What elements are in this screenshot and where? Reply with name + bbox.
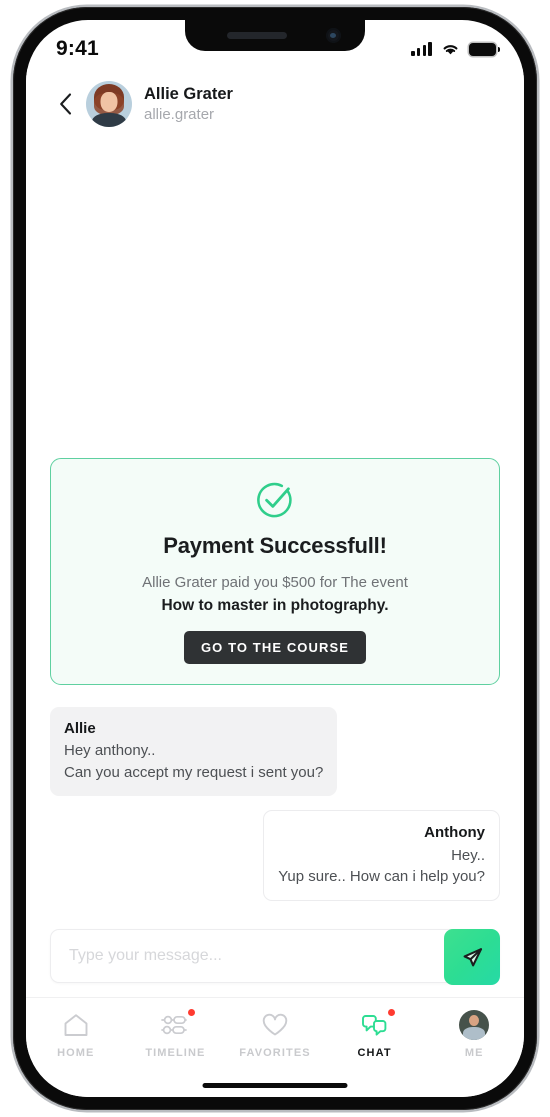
avatar-face	[100, 92, 118, 112]
message-bubble-outgoing[interactable]: Anthony Hey.. Yup sure.. How can i help …	[263, 809, 500, 901]
message-line: Hey..	[451, 846, 485, 864]
message-list: Payment Successfull! Allie Grater paid y…	[26, 140, 524, 915]
home-indicator	[202, 1083, 348, 1088]
cellular-signal-icon	[411, 42, 432, 56]
avatar[interactable]	[86, 81, 132, 127]
badge-dot	[387, 1009, 395, 1016]
profile-head	[469, 1015, 480, 1026]
tab-label-chat: CHAT	[357, 1047, 392, 1059]
go-to-course-button[interactable]: GO TO THE COURSE	[183, 630, 367, 664]
wifi-icon	[443, 45, 458, 55]
home-icon-wrap	[62, 1010, 90, 1040]
earpiece-speaker	[227, 32, 287, 39]
tab-label-favorites: FAVORITES	[239, 1047, 311, 1059]
tab-label-home: HOME	[57, 1047, 95, 1059]
payment-success-card: Payment Successfull! Allie Grater paid y…	[50, 457, 500, 685]
home-icon	[64, 1014, 88, 1036]
phone-screen: 9:41 Allie Grater allie.grater Payment S…	[26, 20, 524, 1097]
profile-avatar-icon	[459, 1010, 490, 1040]
badge-dot	[188, 1009, 196, 1016]
message-sender: Anthony	[424, 823, 485, 841]
tab-me[interactable]: ME	[424, 1010, 524, 1059]
tab-chat[interactable]: CHAT	[325, 1009, 425, 1059]
message-input[interactable]	[51, 930, 499, 982]
tab-timeline[interactable]: TIMELINE	[126, 1009, 226, 1059]
message-bubble-incoming[interactable]: Allie Hey anthony.. Can you accept my re…	[50, 706, 338, 796]
check-circle-icon	[257, 482, 292, 518]
profile-avatar-icon-wrap	[459, 1010, 490, 1040]
heart-icon-wrap	[261, 1010, 289, 1040]
battery-full-icon	[469, 42, 500, 56]
payment-course-name: How to master in photography.	[161, 597, 389, 615]
sliders-icon-wrap	[160, 1009, 196, 1040]
page-title: Allie Grater	[144, 84, 233, 103]
message-row-incoming: Allie Hey anthony.. Can you accept my re…	[50, 706, 500, 796]
message-line: Hey anthony..	[64, 742, 156, 760]
profile-body	[463, 1027, 486, 1040]
payment-description: Allie Grater paid you $500 for The event	[142, 573, 408, 591]
chevron-left-icon	[59, 93, 71, 115]
send-button[interactable]	[444, 929, 500, 985]
tab-favorites[interactable]: FAVORITES	[225, 1010, 325, 1059]
check-icon-wrap	[69, 477, 481, 523]
notch	[185, 20, 365, 51]
message-composer	[26, 915, 524, 997]
phone-frame: 9:41 Allie Grater allie.grater Payment S…	[13, 7, 537, 1110]
tab-home[interactable]: HOME	[26, 1010, 126, 1059]
header-text: Allie Grater allie.grater	[144, 84, 233, 124]
status-icons	[411, 42, 500, 56]
avatar-body	[92, 113, 126, 127]
message-line: Can you accept my request i sent you?	[64, 764, 324, 781]
payment-title: Payment Successfull!	[163, 532, 387, 558]
message-row-outgoing: Anthony Hey.. Yup sure.. How can i help …	[50, 809, 500, 901]
tab-label-me: ME	[464, 1047, 484, 1059]
chat-header: Allie Grater allie.grater	[26, 68, 524, 140]
send-paper-plane-icon	[463, 947, 482, 966]
status-time: 9:41	[56, 37, 99, 60]
back-button[interactable]	[52, 84, 78, 124]
bottom-tab-bar: HOME TIMELINE FAVORITES CHAT ME	[26, 997, 524, 1097]
sliders-icon	[161, 1015, 188, 1035]
composer-wrap	[50, 929, 500, 985]
heart-icon	[262, 1013, 288, 1036]
front-camera-icon	[326, 28, 341, 43]
tab-label-timeline: TIMELINE	[145, 1047, 206, 1059]
chat-bubbles-icon-wrap	[360, 1009, 395, 1040]
message-line: Yup sure.. How can i help you?	[278, 868, 485, 886]
chat-bubbles-icon	[361, 1015, 386, 1036]
contact-handle: allie.grater	[144, 105, 215, 123]
message-sender: Allie	[64, 719, 96, 737]
